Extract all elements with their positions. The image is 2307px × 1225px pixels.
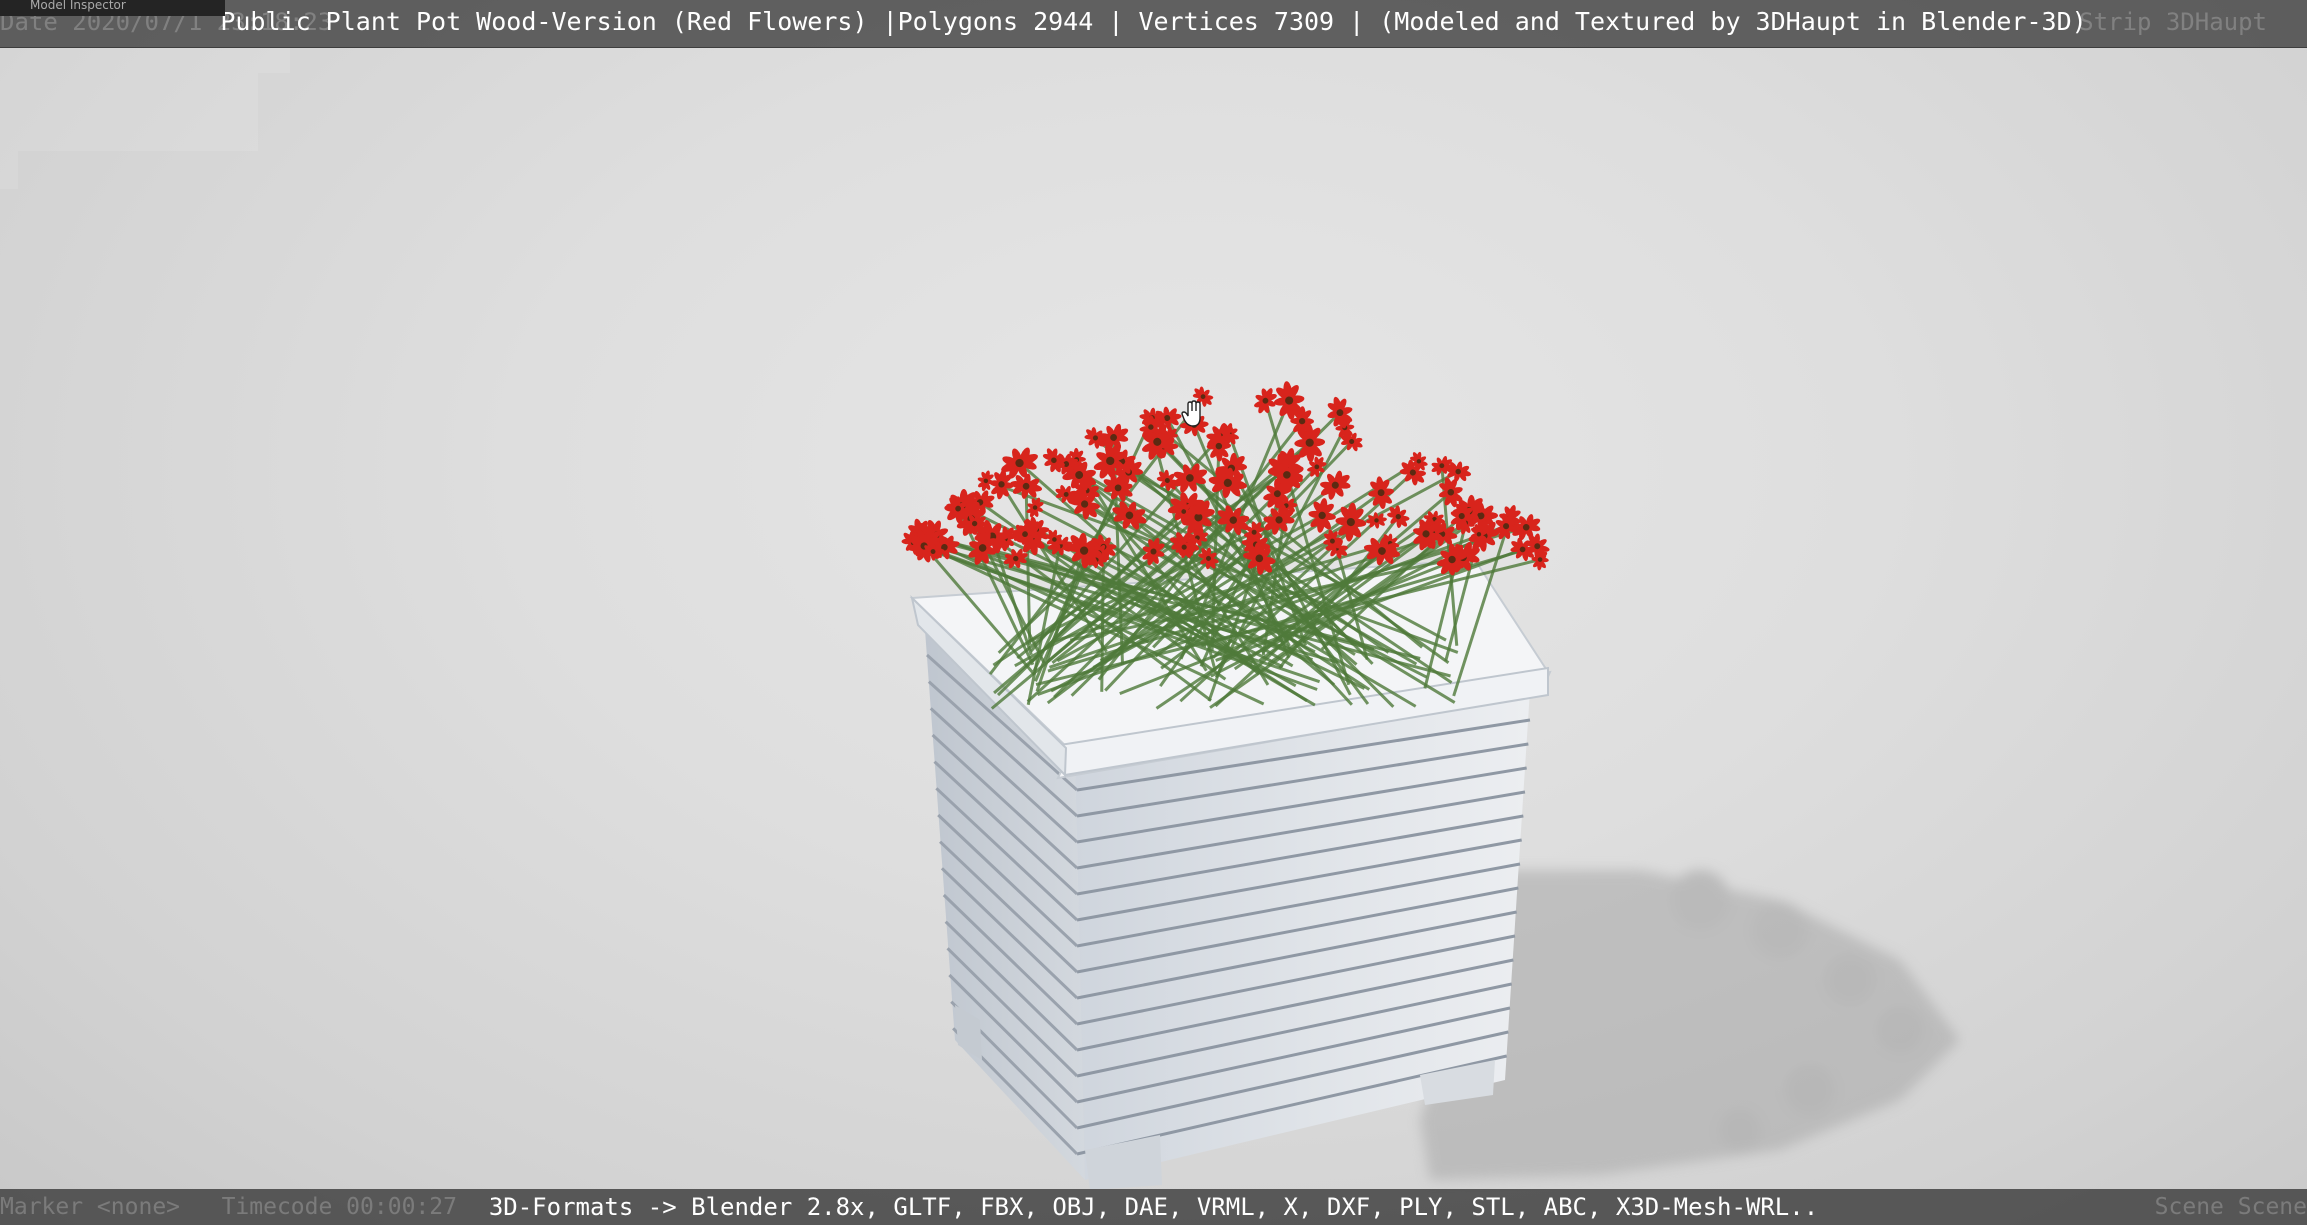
formats-list: 3D-Formats -> Blender 2.8x, GLTF, FBX, O… bbox=[488, 1193, 1819, 1221]
info-overlay-box bbox=[0, 73, 258, 151]
scene-render bbox=[901, 381, 1960, 1190]
info-overlay-box bbox=[0, 151, 18, 189]
title-bar: Date 2020/07/1 23:18:23 Strip 3DHaupt Pu… bbox=[0, 0, 2307, 48]
info-overlay-box bbox=[0, 47, 290, 73]
panel-tab[interactable]: Model Inspector bbox=[0, 0, 225, 16]
formats-bar: Marker <none> Timecode 00:00:27 Scene Sc… bbox=[0, 1189, 2307, 1225]
model-title: Public Plant Pot Wood-Version (Red Flowe… bbox=[220, 7, 2087, 36]
3d-viewport[interactable]: Date 2020/07/1 23:18:23 Strip 3DHaupt Pu… bbox=[0, 0, 2307, 1225]
